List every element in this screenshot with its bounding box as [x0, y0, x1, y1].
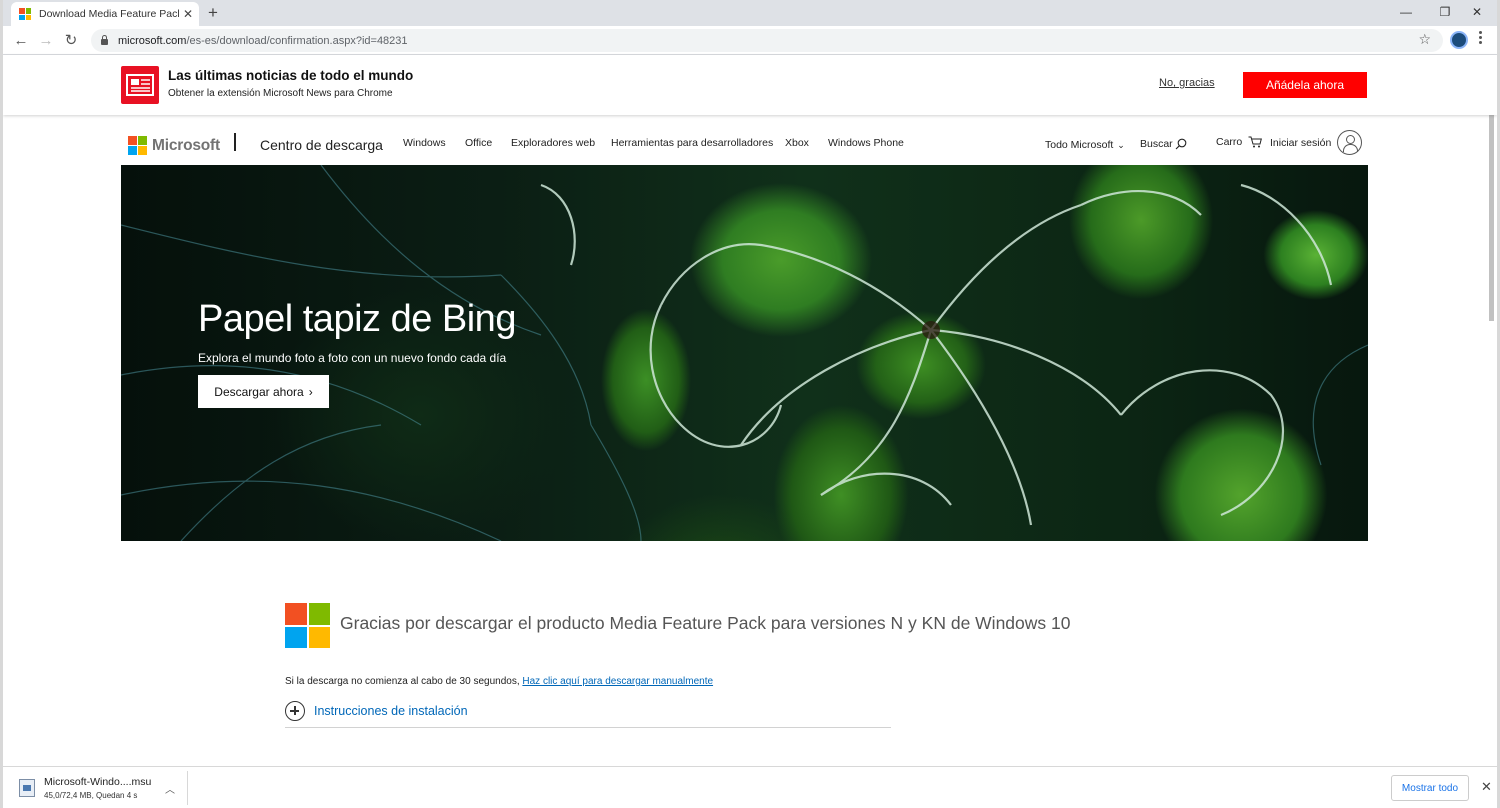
new-tab-button[interactable]: +: [208, 4, 218, 21]
tab-title: Download Media Feature Pack p: [39, 8, 179, 20]
show-all-button[interactable]: Mostrar todo: [1391, 775, 1469, 801]
tab-close-icon[interactable]: ✕: [183, 8, 193, 20]
download-center-link[interactable]: Centro de descarga: [260, 137, 383, 153]
nav-office[interactable]: Office: [465, 137, 492, 149]
cart-label: Carro: [1216, 136, 1243, 148]
brand-name: Microsoft: [152, 136, 220, 154]
back-button[interactable]: ←: [11, 30, 31, 50]
download-now-label: Descargar ahora: [214, 384, 304, 399]
chevron-right-icon: ›: [308, 384, 313, 399]
browser-window: Download Media Feature Pack p ✕ + — ❐ ✕ …: [0, 0, 1500, 808]
lock-icon: [101, 35, 108, 45]
url-host: microsoft.com: [118, 34, 187, 47]
news-promo-banner: Las últimas noticias de todo el mundo Ob…: [3, 55, 1497, 115]
browser-toolbar: ← → ↻ microsoft.com/es-es/download/confi…: [3, 26, 1497, 55]
microsoft-logo-icon: [128, 136, 147, 155]
microsoft-logo[interactable]: Microsoft: [128, 136, 220, 155]
header-divider: [234, 133, 236, 151]
account-avatar-icon[interactable]: [1337, 130, 1362, 155]
download-now-button[interactable]: Descargar ahora ›: [198, 375, 329, 408]
minimize-button[interactable]: —: [1384, 0, 1428, 24]
download-item[interactable]: Microsoft-Windo....msu 45,0/72,4 MB, Que…: [13, 771, 188, 805]
download-shelf: Microsoft-Windo....msu 45,0/72,4 MB, Que…: [3, 766, 1497, 808]
hero-subtitle: Explora el mundo foto a foto con un nuev…: [198, 351, 507, 365]
search-button[interactable]: Buscar: [1140, 138, 1187, 150]
chevron-down-icon: ⌄: [1117, 139, 1125, 150]
hero-banner: Papel tapiz de Bing Explora el mundo fot…: [121, 165, 1368, 541]
reload-button[interactable]: ↻: [61, 30, 81, 50]
url-text: microsoft.com/es-es/download/confirmatio…: [118, 35, 408, 47]
nav-xbox[interactable]: Xbox: [785, 137, 809, 149]
plus-circle-icon: [285, 701, 305, 721]
cart-button[interactable]: Carro: [1216, 136, 1263, 148]
close-shelf-icon[interactable]: ✕: [1481, 779, 1492, 795]
bookmark-star-icon[interactable]: ☆: [1418, 31, 1431, 48]
tab-strip: Download Media Feature Pack p ✕ + — ❐ ✕: [3, 0, 1497, 26]
search-label: Buscar: [1140, 138, 1173, 150]
all-microsoft-label: Todo Microsoft: [1045, 139, 1114, 151]
download-progress-text: 45,0/72,4 MB, Quedan 4 s: [44, 791, 138, 800]
search-icon: [1175, 138, 1187, 150]
add-extension-button[interactable]: Añádela ahora: [1243, 72, 1367, 98]
download-file-name: Microsoft-Windo....msu: [44, 776, 152, 788]
nav-windows[interactable]: Windows: [403, 137, 446, 149]
nav-windows-phone[interactable]: Windows Phone: [828, 137, 904, 149]
profile-avatar[interactable]: [1450, 31, 1468, 49]
address-bar[interactable]: microsoft.com/es-es/download/confirmatio…: [91, 29, 1443, 52]
menu-dots-icon[interactable]: [1479, 31, 1483, 44]
retry-text: Si la descarga no comienza al cabo de 30…: [285, 676, 713, 687]
forward-button[interactable]: →: [36, 30, 56, 50]
cart-icon: [1248, 136, 1263, 148]
manual-download-link[interactable]: Haz clic aquí para descargar manualmente: [522, 676, 713, 687]
microsoft-favicon-icon: [19, 8, 31, 20]
promo-title: Las últimas noticias de todo el mundo: [168, 68, 414, 83]
install-instructions-label: Instrucciones de instalación: [314, 704, 468, 718]
promo-subtitle: Obtener la extensión Microsoft News para…: [168, 88, 393, 99]
browser-tab[interactable]: Download Media Feature Pack p ✕: [11, 2, 199, 26]
chevron-up-icon[interactable]: ︿: [165, 781, 175, 796]
site-header: Microsoft Centro de descarga Windows Off…: [3, 115, 1497, 165]
news-icon: [121, 66, 159, 104]
no-thanks-link[interactable]: No, gracias: [1159, 77, 1215, 89]
hero-title: Papel tapiz de Bing: [198, 298, 516, 340]
nav-browsers[interactable]: Exploradores web: [511, 137, 595, 149]
url-path: /es-es/download/confirmation.aspx?id=482…: [186, 34, 408, 47]
all-microsoft-menu[interactable]: Todo Microsoft ⌄: [1045, 139, 1125, 151]
close-window-button[interactable]: ✕: [1455, 0, 1497, 24]
nav-dev-tools[interactable]: Herramientas para desarrolladores: [611, 137, 773, 149]
install-instructions-toggle[interactable]: Instrucciones de instalación: [285, 701, 468, 721]
thank-you-message: Gracias por descargar el producto Media …: [340, 613, 1071, 633]
microsoft-logo-large-icon: [285, 603, 330, 648]
signin-link[interactable]: Iniciar sesión: [1270, 137, 1331, 149]
retry-message: Si la descarga no comienza al cabo de 30…: [285, 676, 520, 687]
section-divider: [285, 727, 891, 728]
msu-file-icon: [19, 779, 35, 797]
